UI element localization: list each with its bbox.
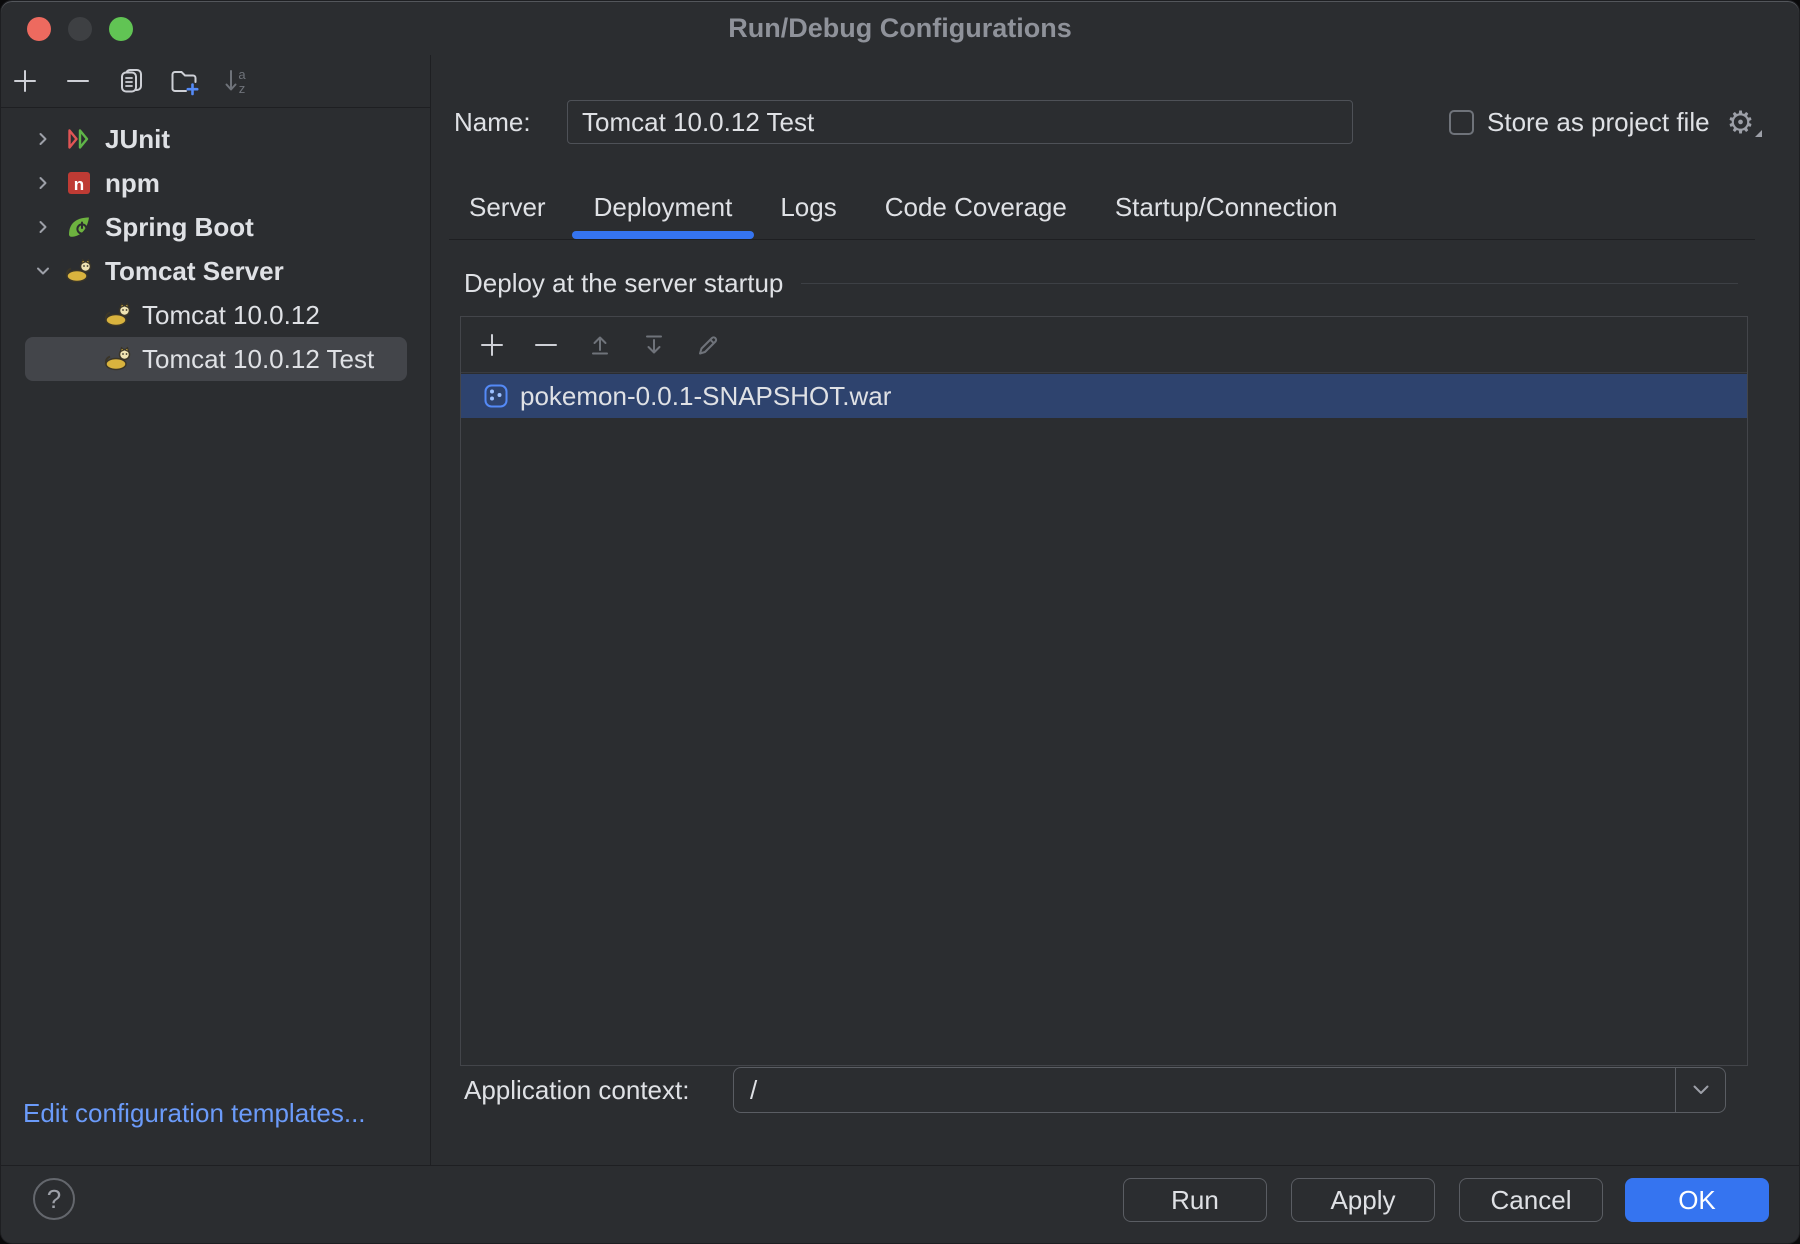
tomcat-icon <box>65 257 93 285</box>
tab-server[interactable]: Server <box>469 175 546 239</box>
deploy-section-title: Deploy at the server startup <box>464 268 783 299</box>
configurations-tree: JUnit n npm <box>1 117 430 381</box>
sidebar-toolbar: a z <box>1 55 430 108</box>
copy-icon[interactable] <box>116 66 146 96</box>
artifact-name: pokemon-0.0.1-SNAPSHOT.war <box>520 381 891 412</box>
close-window-button[interactable] <box>27 17 51 41</box>
move-up-icon <box>586 331 614 359</box>
tree-item-npm[interactable]: n npm <box>25 161 407 205</box>
tab-startup-connection[interactable]: Startup/Connection <box>1115 175 1338 239</box>
tab-deployment[interactable]: Deployment <box>594 175 733 239</box>
apply-button[interactable]: Apply <box>1291 1178 1435 1222</box>
tree-item-tomcat-server[interactable]: Tomcat Server <box>25 249 407 293</box>
add-icon[interactable] <box>10 66 40 96</box>
sort-alphabetically-icon: a z <box>222 66 252 96</box>
tree-item-junit[interactable]: JUnit <box>25 117 407 161</box>
minimize-window-button[interactable] <box>68 17 92 41</box>
store-as-project-file: Store as project file ⚙ <box>1449 100 1754 144</box>
spring-boot-icon <box>65 213 93 241</box>
remove-icon[interactable] <box>532 331 560 359</box>
tree-item-label: Tomcat Server <box>105 256 284 287</box>
list-item-artifact[interactable]: pokemon-0.0.1-SNAPSHOT.war <box>461 374 1747 418</box>
chevron-right-icon[interactable] <box>33 173 53 193</box>
deploy-artifacts-panel: pokemon-0.0.1-SNAPSHOT.war <box>460 316 1748 1066</box>
artifact-icon <box>482 382 510 410</box>
svg-text:a: a <box>238 67 246 82</box>
tomcat-icon <box>104 301 132 329</box>
tree-item-label: npm <box>105 168 160 199</box>
tree-item-label: JUnit <box>105 124 170 155</box>
dialog-footer: ? Run Apply Cancel OK <box>1 1165 1799 1243</box>
ok-button[interactable]: OK <box>1625 1178 1769 1222</box>
titlebar: Run/Debug Configurations <box>1 1 1799 55</box>
tab-code-coverage[interactable]: Code Coverage <box>885 175 1067 239</box>
tab-logs[interactable]: Logs <box>780 175 836 239</box>
chevron-right-icon[interactable] <box>33 217 53 237</box>
traffic-lights <box>27 17 133 41</box>
tomcat-icon <box>104 345 132 373</box>
section-divider <box>801 283 1738 284</box>
run-button[interactable]: Run <box>1123 1178 1267 1222</box>
window-title: Run/Debug Configurations <box>1 1 1799 55</box>
application-context-input[interactable] <box>734 1068 1675 1112</box>
tabs-separator <box>449 239 1755 240</box>
help-button[interactable]: ? <box>33 1178 75 1220</box>
configurations-sidebar: a z JUnit <box>1 55 431 1165</box>
store-as-project-file-label: Store as project file <box>1487 107 1710 138</box>
junit-icon <box>65 125 93 153</box>
chevron-down-icon[interactable] <box>1675 1068 1725 1112</box>
deploy-toolbar <box>461 317 1747 373</box>
gear-icon[interactable]: ⚙ <box>1727 107 1755 138</box>
move-down-icon <box>640 331 668 359</box>
run-debug-configurations-dialog: Run/Debug Configurations <box>0 0 1800 1244</box>
application-context-label: Application context: <box>464 1067 689 1113</box>
cancel-button[interactable]: Cancel <box>1459 1178 1603 1222</box>
tree-item-label: Spring Boot <box>105 212 254 243</box>
configuration-editor: Name: Store as project file ⚙ Server Dep… <box>431 55 1799 1165</box>
tree-item-label: Tomcat 10.0.12 <box>142 300 320 331</box>
tree-item-tomcat-10-0-12[interactable]: Tomcat 10.0.12 <box>25 293 407 337</box>
name-input[interactable] <box>567 100 1353 144</box>
svg-text:n: n <box>74 175 84 194</box>
chevron-right-icon[interactable] <box>33 129 53 149</box>
tree-item-tomcat-10-0-12-test[interactable]: Tomcat 10.0.12 Test <box>25 337 407 381</box>
deploy-section-header: Deploy at the server startup <box>464 267 1738 299</box>
edit-icon <box>694 331 722 359</box>
deploy-artifacts-list: pokemon-0.0.1-SNAPSHOT.war <box>461 374 1747 1065</box>
tree-item-spring-boot[interactable]: Spring Boot <box>25 205 407 249</box>
edit-templates-link[interactable]: Edit configuration templates... <box>23 1098 366 1129</box>
npm-icon: n <box>65 169 93 197</box>
add-icon[interactable] <box>478 331 506 359</box>
configuration-tabs: Server Deployment Logs Code Coverage Sta… <box>469 175 1337 239</box>
store-as-project-file-checkbox[interactable] <box>1449 110 1474 135</box>
new-folder-icon[interactable] <box>169 66 199 96</box>
application-context-combobox <box>733 1067 1726 1113</box>
name-label: Name: <box>454 100 531 144</box>
svg-text:z: z <box>239 81 246 96</box>
chevron-down-icon[interactable] <box>33 261 53 281</box>
tree-item-label: Tomcat 10.0.12 Test <box>142 344 374 375</box>
zoom-window-button[interactable] <box>109 17 133 41</box>
remove-icon[interactable] <box>63 66 93 96</box>
